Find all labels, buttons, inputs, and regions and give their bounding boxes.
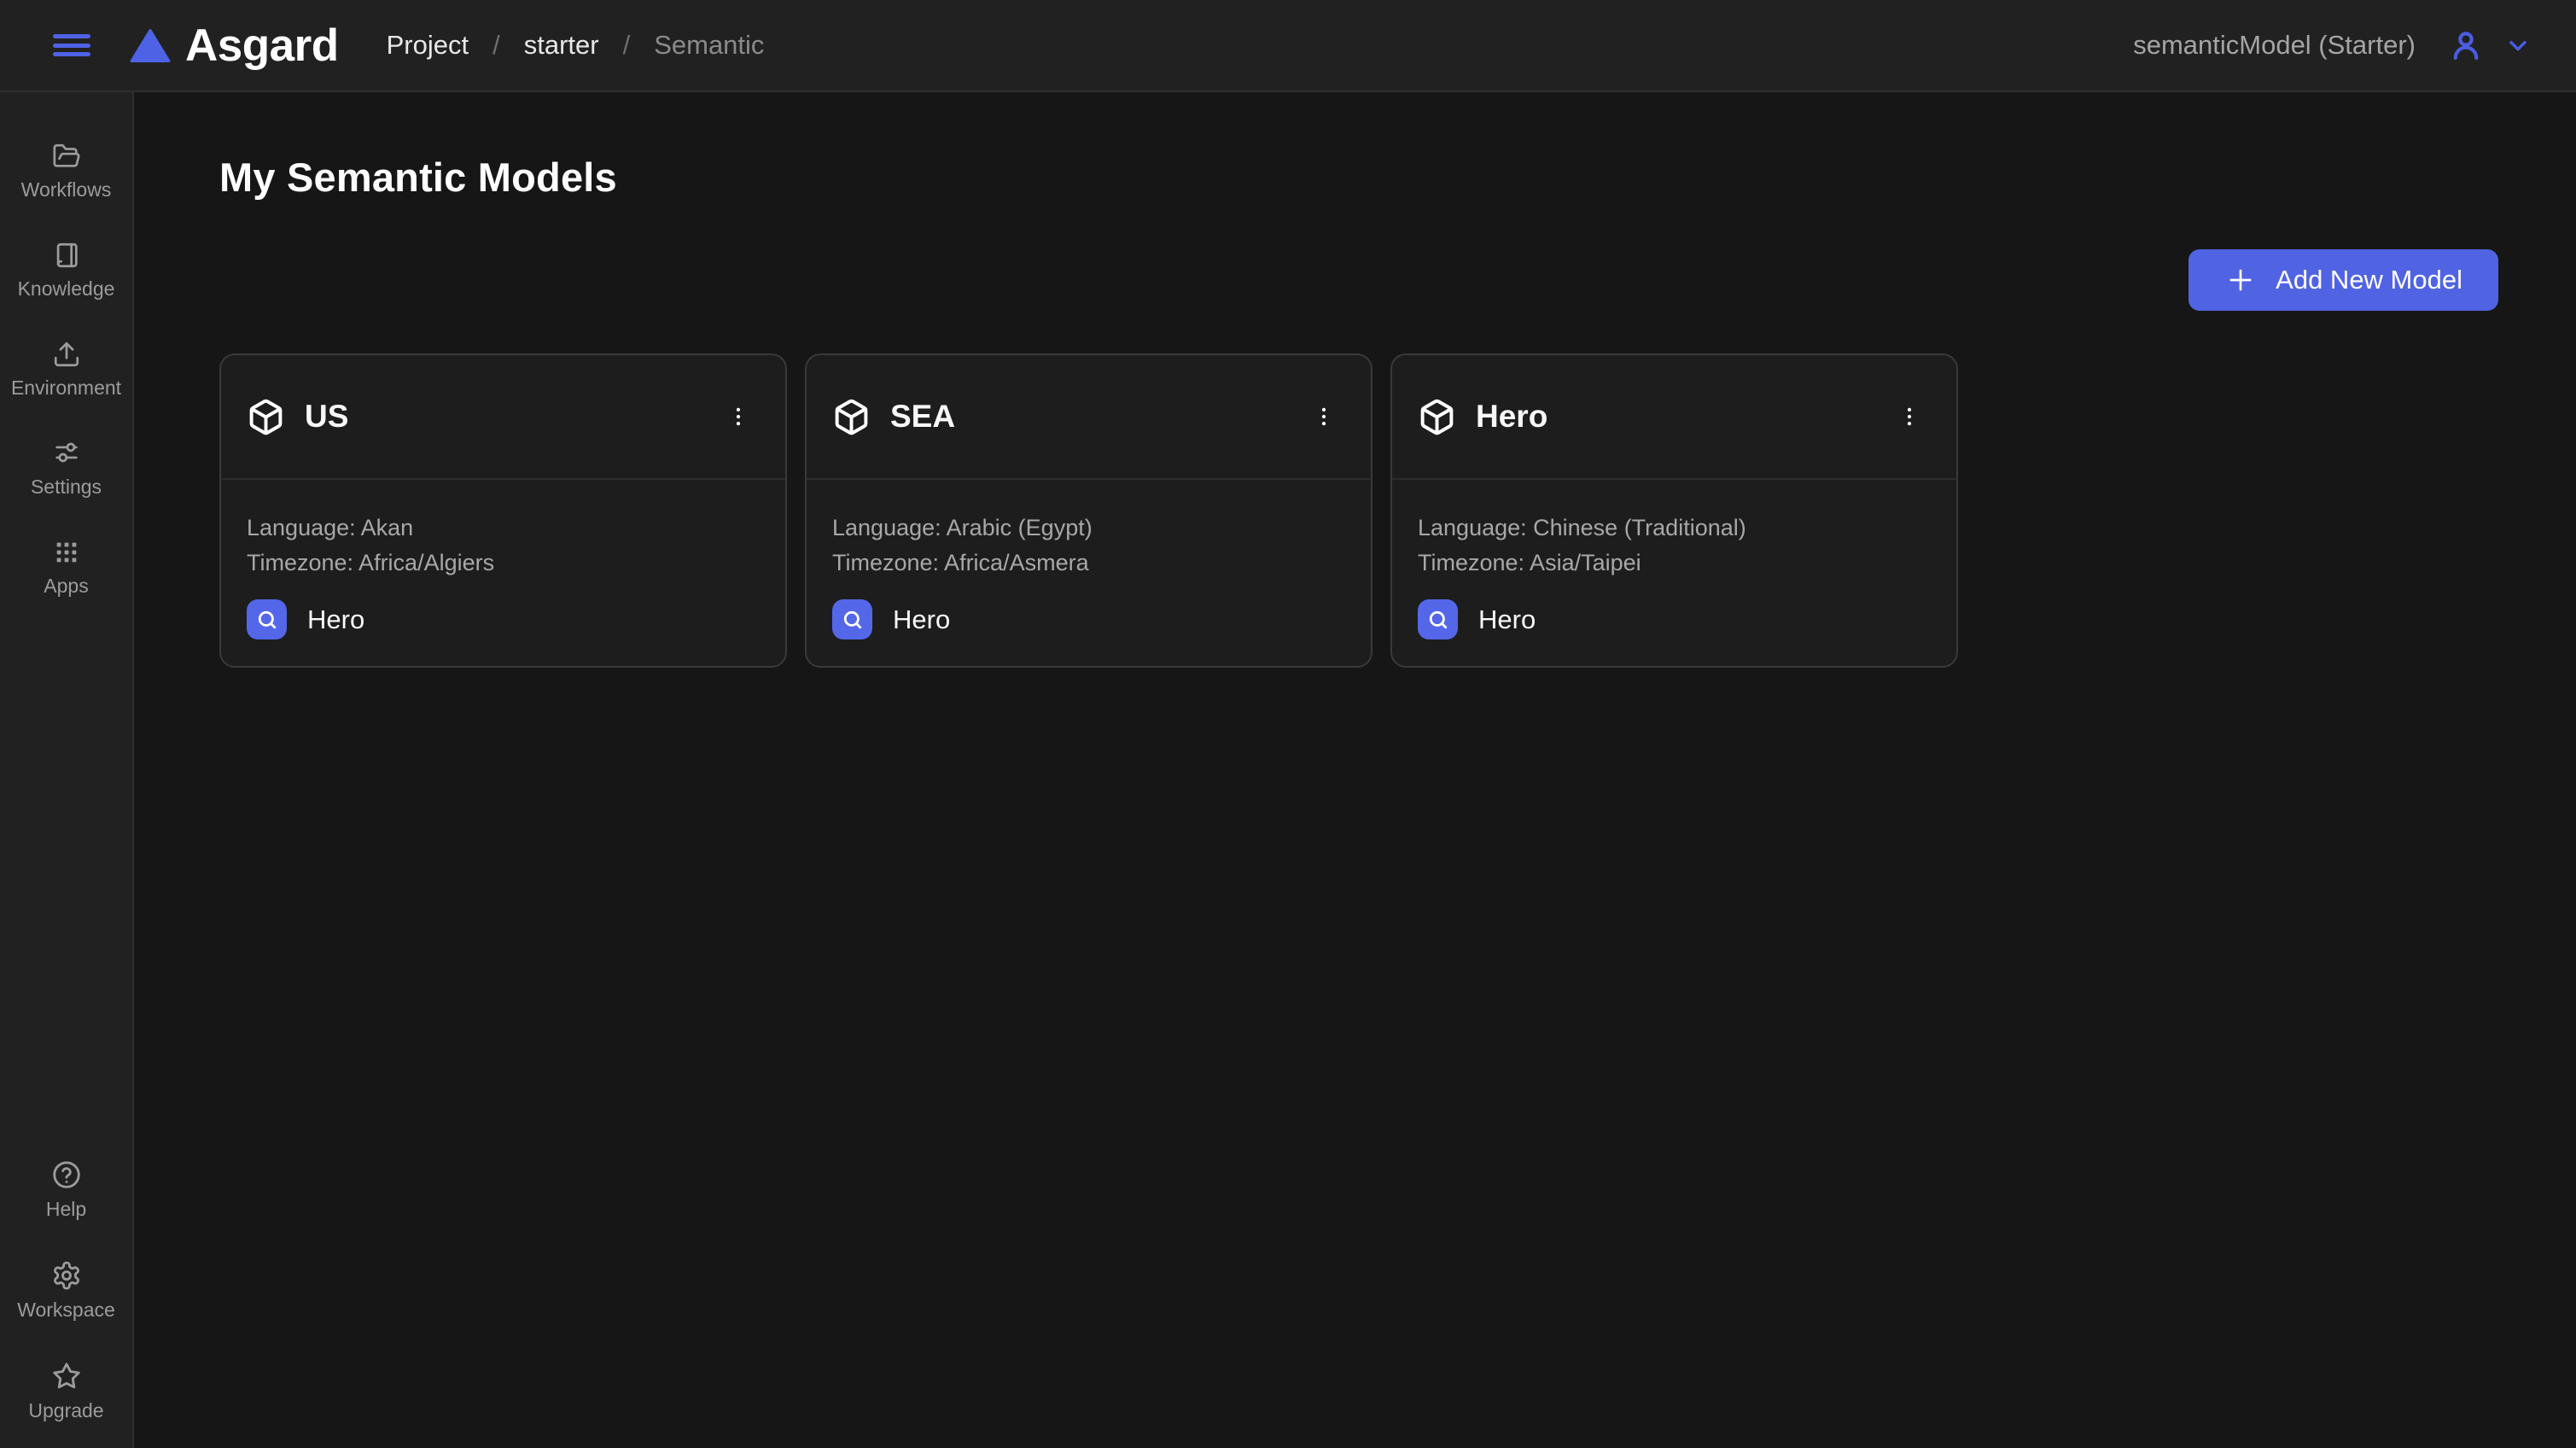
upload-icon bbox=[52, 340, 81, 369]
search-icon bbox=[255, 608, 279, 632]
main-content: My Semantic Models Add New Model US Lang… bbox=[136, 92, 2576, 1448]
card-body: Language: Chinese (Traditional) Timezone… bbox=[1392, 480, 1956, 639]
kebab-menu-icon[interactable] bbox=[720, 399, 756, 435]
cube-icon bbox=[247, 398, 285, 436]
sidebar-item-settings[interactable]: Settings bbox=[0, 439, 132, 499]
star-icon bbox=[51, 1361, 82, 1392]
card-header: Hero bbox=[1392, 355, 1956, 480]
page-title: My Semantic Models bbox=[219, 154, 617, 201]
card-header: US bbox=[221, 355, 785, 480]
card-timezone: Timezone: Africa/Algiers bbox=[247, 546, 756, 581]
sidebar-item-help[interactable]: Help bbox=[0, 1159, 132, 1221]
sidebar-item-label: Knowledge bbox=[18, 277, 115, 301]
sidebar-item-label: Workflows bbox=[21, 178, 112, 201]
search-icon bbox=[1426, 608, 1450, 632]
hamburger-menu-icon[interactable] bbox=[53, 34, 90, 56]
sidebar-item-label: Settings bbox=[31, 476, 102, 499]
book-icon bbox=[52, 241, 81, 270]
card-title: SEA bbox=[890, 399, 955, 435]
kebab-menu-icon[interactable] bbox=[1891, 399, 1927, 435]
sidebar-item-workflows[interactable]: Workflows bbox=[0, 142, 132, 201]
sidebar-item-knowledge[interactable]: Knowledge bbox=[0, 241, 132, 301]
help-circle-icon bbox=[51, 1159, 82, 1190]
plus-icon bbox=[2224, 264, 2257, 296]
sidebar-item-label: Help bbox=[46, 1198, 86, 1221]
sidebar-item-label: Environment bbox=[11, 377, 121, 400]
model-cards: US Language: Akan Timezone: Africa/Algie… bbox=[219, 353, 1958, 668]
account-label: semanticModel (Starter) bbox=[2133, 30, 2416, 61]
logo-text: Asgard bbox=[185, 20, 339, 72]
hero-link-label: Hero bbox=[1478, 604, 1536, 635]
model-card-us: US Language: Akan Timezone: Africa/Algie… bbox=[219, 353, 787, 668]
triangle-logo-icon bbox=[130, 28, 171, 63]
card-body: Language: Akan Timezone: Africa/Algiers … bbox=[221, 480, 785, 639]
sidebar-top-group: Workflows Knowledge Environment Set bbox=[0, 142, 132, 598]
sidebar-item-apps[interactable]: Apps bbox=[0, 538, 132, 598]
user-icon[interactable] bbox=[2448, 27, 2484, 63]
breadcrumb-separator: / bbox=[492, 30, 500, 61]
card-title: US bbox=[305, 399, 348, 435]
card-header: SEA bbox=[807, 355, 1371, 480]
card-timezone: Timezone: Africa/Asmera bbox=[832, 546, 1342, 581]
sidebar: Workflows Knowledge Environment Set bbox=[0, 92, 134, 1448]
grid-dots-icon bbox=[52, 538, 81, 567]
hero-link[interactable]: Hero bbox=[832, 599, 950, 639]
search-icon-tile bbox=[247, 599, 287, 639]
gear-icon bbox=[51, 1260, 82, 1291]
model-card-hero: Hero Language: Chinese (Traditional) Tim… bbox=[1390, 353, 1958, 668]
breadcrumb-starter[interactable]: starter bbox=[524, 30, 599, 61]
sidebar-item-upgrade[interactable]: Upgrade bbox=[0, 1361, 132, 1422]
search-icon bbox=[841, 608, 865, 632]
breadcrumb-separator: / bbox=[623, 30, 631, 61]
card-language: Language: Chinese (Traditional) bbox=[1418, 511, 1927, 546]
search-icon-tile bbox=[832, 599, 872, 639]
folder-icon bbox=[52, 142, 81, 171]
sidebar-item-label: Upgrade bbox=[28, 1399, 103, 1422]
cube-icon bbox=[1418, 398, 1456, 436]
sidebar-item-label: Workspace bbox=[17, 1299, 115, 1322]
breadcrumb-semantic: Semantic bbox=[654, 30, 764, 61]
card-title: Hero bbox=[1476, 399, 1547, 435]
sidebar-item-label: Apps bbox=[44, 575, 88, 598]
sidebar-item-environment[interactable]: Environment bbox=[0, 340, 132, 400]
hero-link-label: Hero bbox=[307, 604, 364, 635]
card-timezone: Timezone: Asia/Taipei bbox=[1418, 546, 1927, 581]
hero-link[interactable]: Hero bbox=[1418, 599, 1536, 639]
chevron-down-icon[interactable] bbox=[2504, 32, 2532, 59]
sidebar-item-workspace[interactable]: Workspace bbox=[0, 1260, 132, 1322]
add-new-model-button[interactable]: Add New Model bbox=[2188, 249, 2498, 311]
sidebar-bottom-group: Help Workspace Upgrade bbox=[0, 1159, 132, 1422]
cube-icon bbox=[832, 398, 871, 436]
card-language: Language: Arabic (Egypt) bbox=[832, 511, 1342, 546]
card-body: Language: Arabic (Egypt) Timezone: Afric… bbox=[807, 480, 1371, 639]
add-new-model-label: Add New Model bbox=[2276, 265, 2462, 295]
app-logo[interactable]: Asgard bbox=[130, 20, 339, 72]
breadcrumb: Project / starter / Semantic bbox=[387, 30, 765, 61]
model-card-sea: SEA Language: Arabic (Egypt) Timezone: A… bbox=[805, 353, 1373, 668]
kebab-menu-icon[interactable] bbox=[1306, 399, 1342, 435]
sliders-icon bbox=[52, 439, 81, 468]
account-area: semanticModel (Starter) bbox=[2133, 27, 2532, 63]
hero-link-label: Hero bbox=[893, 604, 950, 635]
search-icon-tile bbox=[1418, 599, 1458, 639]
breadcrumb-project[interactable]: Project bbox=[387, 30, 469, 61]
topbar: Asgard Project / starter / Semantic sema… bbox=[0, 0, 2576, 92]
card-language: Language: Akan bbox=[247, 511, 756, 546]
hero-link[interactable]: Hero bbox=[247, 599, 364, 639]
